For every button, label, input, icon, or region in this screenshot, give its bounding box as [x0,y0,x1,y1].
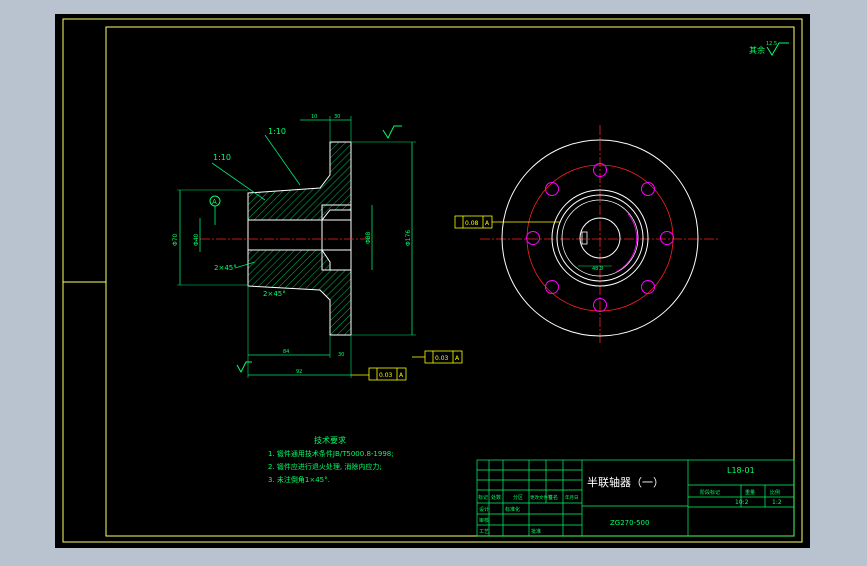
tb-col-weight: 重量 [745,489,755,496]
dim-right-1-label: Φ88 [365,231,372,244]
dim-bottom-3-label: 30 [338,352,344,358]
notes-line-3: 3. 未注倒角1×45°. [268,475,330,484]
tb-scale: 1:2 [772,499,782,506]
cad-drawing-viewport: 其余 12.5 1:10 1:10 A 2×45° 2×45° Φ70 Φ40 … [0,0,867,562]
tb-row-process: 工艺 [479,529,489,535]
chamfer-1-label: 2×45° [214,264,237,272]
taper-top-label: 1:10 [268,127,286,136]
tb-drawing-number: L18-01 [727,466,755,475]
tb-row-std: 标准化 [505,506,520,513]
datum-a-label: A [212,198,217,206]
tolerance-1-value: 0.03 [435,355,449,362]
surface-note-value: 12.5 [766,41,777,47]
tb-row-zone: 分区 [513,494,523,501]
dim-bottom-1-label: 84 [283,349,289,355]
taper-left-label: 1:10 [213,153,231,162]
keyway-dim-label: 48.8 [592,266,603,272]
dim-bottom-2-label: 92 [296,369,302,375]
dim-bore-label: Φ40 [193,233,200,246]
tolerance-3-value: 0.08 [465,220,479,227]
notes-line-1: 1. 锻件通用技术条件JB/T5000.8-1998; [268,449,394,458]
dim-top-2-label: 30 [334,114,340,120]
tb-material: ZG270-500 [610,519,649,527]
drawing-sheet: 其余 12.5 1:10 1:10 A 2×45° 2×45° Φ70 Φ40 … [55,14,810,548]
dim-top-1-label: 10 [311,114,317,120]
tb-row-check: 审核 [479,517,489,524]
surface-note-label: 其余 [749,45,765,55]
tb-col-stage: 阶段标记 [700,489,720,496]
notes-line-2: 2. 锻件应进行退火处理, 消除内应力; [268,462,382,471]
tb-col-scale: 比例 [770,489,780,496]
tb-row-qty: 处数 [491,494,501,501]
tb-row-mark: 标记 [478,494,488,501]
tb-row-date: 年月日 [565,494,579,501]
tolerance-2-value: 0.03 [379,372,393,379]
tb-row-design: 设计 [479,506,489,513]
tb-row-approve: 批准 [531,528,541,535]
dim-right-2-label: Φ176 [405,230,412,246]
tb-row-sign: 签名 [548,494,558,501]
tb-part-name: 半联轴器（一） [587,475,664,489]
notes-heading: 技术要求 [314,435,346,445]
chamfer-2-label: 2×45° [263,290,286,298]
sheet-background [55,14,810,548]
dim-left-label: Φ70 [172,233,179,246]
tb-sheet-count: 10:2 [735,499,749,506]
